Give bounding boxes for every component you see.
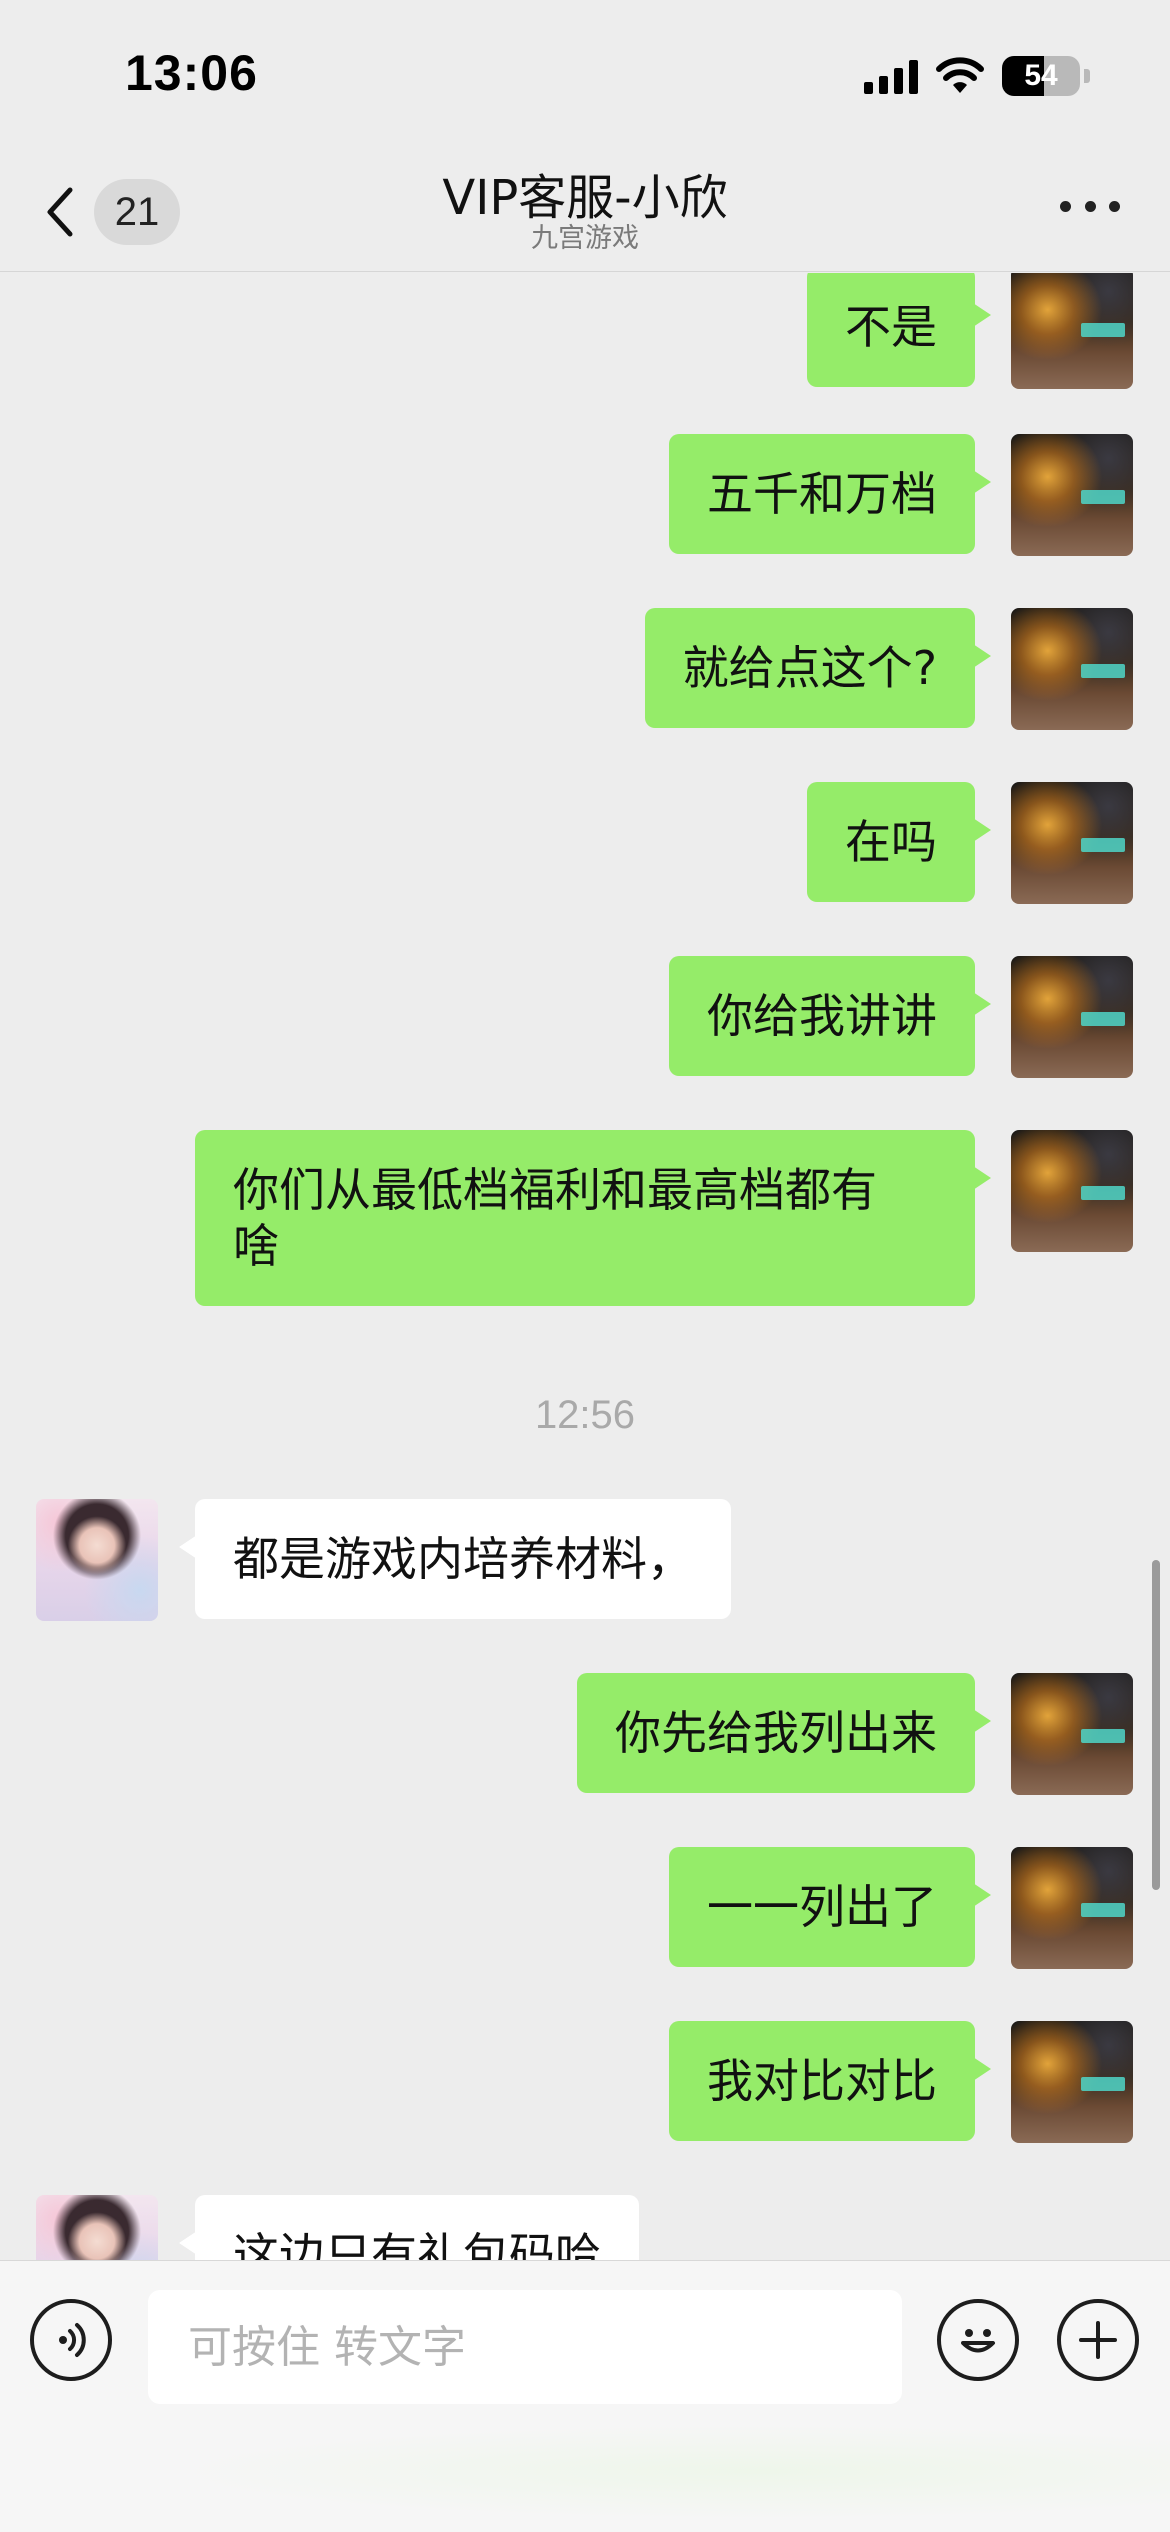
received-message-bubble[interactable]: 都是游戏内培养材料，	[179, 1499, 731, 1619]
wifi-icon	[936, 57, 984, 93]
my-avatar[interactable]	[1011, 273, 1133, 389]
message-list[interactable]: 不是 五千和万档 就给点这个? 在吗 你给我讲讲 你们从最低档福利和最高档都有 …	[0, 273, 1170, 2260]
contact-avatar[interactable]	[36, 2195, 158, 2260]
status-icons: 54	[864, 54, 1090, 98]
scrollbar[interactable]	[1152, 1560, 1160, 1890]
my-avatar[interactable]	[1011, 1130, 1133, 1252]
my-avatar[interactable]	[1011, 1673, 1133, 1795]
sent-message-bubble[interactable]: 你们从最低档福利和最高档都有 啥	[195, 1130, 991, 1306]
contact-avatar[interactable]	[36, 1499, 158, 1621]
emoji-icon	[961, 2329, 995, 2353]
sent-message-bubble[interactable]: 你给我讲讲	[669, 956, 991, 1076]
status-bar: 13:06 54	[0, 0, 1170, 150]
more-dots-icon	[1060, 200, 1071, 212]
my-avatar[interactable]	[1011, 434, 1133, 556]
voice-button[interactable]	[30, 2299, 112, 2381]
sent-message-bubble[interactable]: 五千和万档	[669, 434, 991, 554]
message-timestamp: 12:56	[534, 1393, 636, 1437]
my-avatar[interactable]	[1011, 782, 1133, 904]
chat-subtitle: 九宫游戏	[531, 223, 639, 254]
input-bar	[0, 2260, 1170, 2532]
my-avatar[interactable]	[1011, 1847, 1133, 1969]
sent-message-bubble[interactable]: 我对比对比	[669, 2021, 991, 2141]
sent-message-bubble[interactable]: 在吗	[807, 782, 991, 902]
battery-tip	[1084, 69, 1090, 83]
more-options-button[interactable]	[1060, 194, 1120, 218]
sent-message-bubble[interactable]: 不是	[807, 273, 991, 387]
my-avatar[interactable]	[1011, 608, 1133, 730]
battery-level: 54	[1024, 59, 1058, 92]
sent-message-bubble[interactable]: 就给点这个?	[644, 608, 992, 728]
home-indicator-area	[0, 2411, 1170, 2532]
emoji-button[interactable]	[937, 2299, 1019, 2381]
cellular-signal-icon	[864, 58, 918, 94]
voice-icon	[59, 2323, 86, 2357]
battery-icon: 54	[1002, 56, 1080, 96]
received-message-bubble[interactable]: 这边只有礼包码哈	[179, 2195, 639, 2260]
message-input[interactable]	[148, 2290, 902, 2404]
status-time: 13:06	[125, 45, 258, 101]
sent-message-bubble[interactable]: 一一列出了	[669, 1847, 991, 1967]
chat-header: 21 VIP客服-小欣 九宫游戏	[0, 150, 1170, 272]
more-functions-button[interactable]	[1057, 2299, 1139, 2381]
my-avatar[interactable]	[1011, 956, 1133, 1078]
plus-icon	[1079, 2321, 1117, 2359]
sent-message-bubble[interactable]: 你先给我列出来	[577, 1673, 991, 1793]
my-avatar[interactable]	[1011, 2021, 1133, 2143]
